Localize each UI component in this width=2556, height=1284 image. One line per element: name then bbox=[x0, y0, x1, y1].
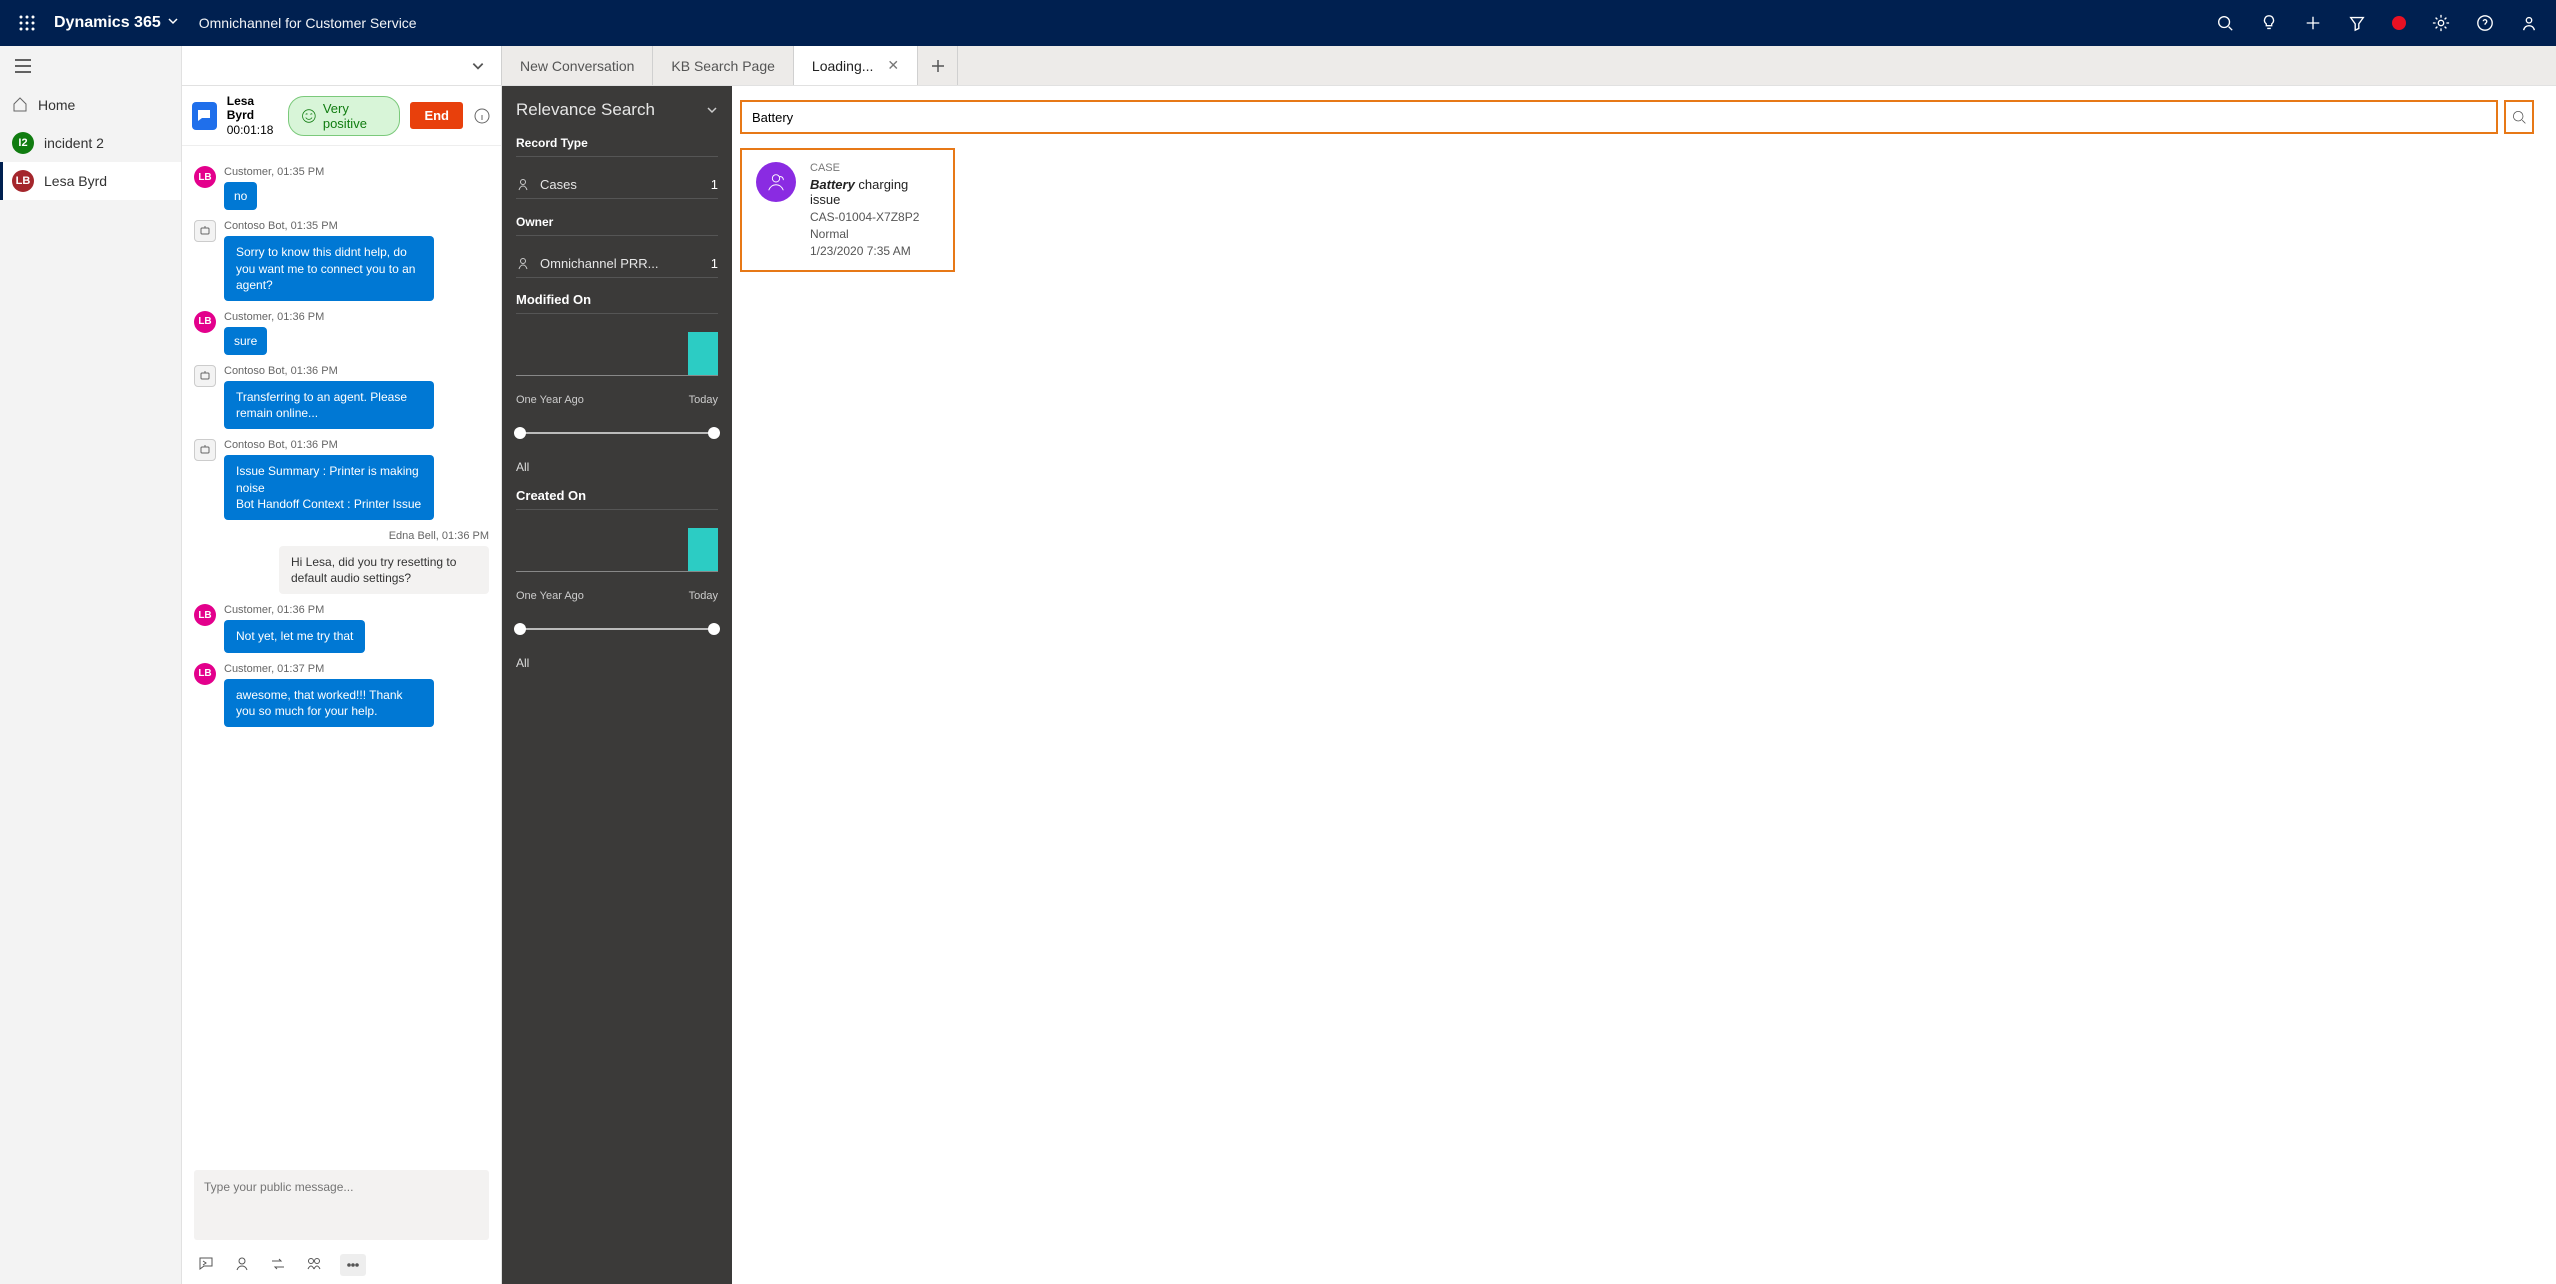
close-icon[interactable]: ✕ bbox=[887, 57, 899, 74]
transfer-icon[interactable] bbox=[268, 1254, 288, 1274]
slider-all-label: All bbox=[516, 460, 718, 474]
tab-label: New Conversation bbox=[520, 58, 634, 74]
incident-badge: I2 bbox=[12, 132, 34, 154]
nav-session-label: Lesa Byrd bbox=[44, 173, 107, 189]
search-icon[interactable] bbox=[2216, 14, 2234, 32]
search-result-card[interactable]: CASE Battery charging issue CAS-01004-X7… bbox=[740, 148, 955, 272]
gear-icon[interactable] bbox=[2432, 14, 2450, 32]
session-timer: 00:01:18 bbox=[227, 123, 278, 137]
facet-owner-row[interactable]: Omnichannel PRR... 1 bbox=[516, 250, 718, 278]
tab-label: Loading... bbox=[812, 58, 874, 74]
case-avatar-icon bbox=[756, 162, 796, 202]
chat-toolbar bbox=[182, 1246, 501, 1284]
result-date: 1/23/2020 7:35 AM bbox=[810, 244, 939, 258]
global-command-bar: Dynamics 365 Omnichannel for Customer Se… bbox=[0, 0, 2556, 46]
chevron-down-icon bbox=[706, 104, 718, 116]
app-launcher-icon[interactable] bbox=[12, 8, 42, 38]
end-button[interactable]: End bbox=[410, 102, 463, 129]
nav-session-lesa[interactable]: LB Lesa Byrd bbox=[0, 162, 181, 200]
session-dropdown[interactable] bbox=[182, 46, 502, 85]
left-navigation: Home I2 incident 2 LB Lesa Byrd bbox=[0, 46, 182, 1284]
case-icon bbox=[516, 178, 530, 192]
nav-home-label: Home bbox=[38, 97, 75, 113]
sentiment-pill: Very positive bbox=[288, 96, 400, 136]
facet-count: 1 bbox=[711, 177, 718, 192]
relevance-facet-panel: Relevance Search Record Type Cases 1 Own… bbox=[502, 86, 732, 1284]
lightbulb-icon[interactable] bbox=[2260, 14, 2278, 32]
facet-label: Cases bbox=[540, 177, 701, 192]
chat-transcript: LBCustomer, 01:35 PMnoContoso Bot, 01:35… bbox=[182, 146, 501, 1164]
help-icon[interactable] bbox=[2476, 14, 2494, 32]
modified-histogram bbox=[516, 332, 718, 376]
chevron-down-icon bbox=[167, 14, 179, 32]
tab-new-conversation[interactable]: New Conversation bbox=[502, 46, 653, 85]
person-icon bbox=[516, 257, 530, 271]
top-actions bbox=[2216, 14, 2544, 32]
facet-cases-row[interactable]: Cases 1 bbox=[516, 171, 718, 199]
hamburger-icon[interactable] bbox=[0, 46, 181, 86]
home-icon bbox=[12, 96, 28, 115]
result-title: Battery charging issue bbox=[810, 177, 939, 207]
relevance-title[interactable]: Relevance Search bbox=[516, 100, 718, 120]
notes-icon[interactable] bbox=[304, 1254, 324, 1274]
app-name: Omnichannel for Customer Service bbox=[199, 15, 417, 31]
nav-incident[interactable]: I2 incident 2 bbox=[0, 124, 181, 162]
slider-all-label: All bbox=[516, 656, 718, 670]
nav-home[interactable]: Home bbox=[0, 86, 181, 124]
conversation-header: Lesa Byrd 00:01:18 Very positive End bbox=[182, 86, 501, 146]
presence-indicator[interactable] bbox=[2392, 16, 2406, 30]
facet-count: 1 bbox=[711, 256, 718, 271]
add-icon[interactable] bbox=[2304, 14, 2322, 32]
tab-kb-search[interactable]: KB Search Page bbox=[653, 46, 794, 85]
tab-label: KB Search Page bbox=[671, 58, 775, 74]
message-input[interactable] bbox=[194, 1170, 489, 1240]
brand-label: Dynamics 365 bbox=[54, 14, 161, 32]
facet-modified-on: Modified On bbox=[516, 292, 718, 314]
tab-add[interactable] bbox=[918, 46, 958, 85]
sentiment-label: Very positive bbox=[323, 101, 388, 131]
tab-bar: New Conversation KB Search Page Loading.… bbox=[182, 46, 2556, 86]
search-button[interactable] bbox=[2504, 100, 2534, 134]
chat-channel-icon bbox=[192, 102, 217, 130]
customer-name: Lesa Byrd bbox=[227, 94, 278, 123]
search-input[interactable] bbox=[740, 100, 2498, 134]
facet-record-type: Record Type bbox=[516, 136, 718, 157]
created-range-slider[interactable] bbox=[516, 622, 718, 636]
conversation-panel: Lesa Byrd 00:01:18 Very positive End LBC… bbox=[182, 86, 502, 1284]
facet-created-on: Created On bbox=[516, 488, 718, 510]
more-icon[interactable] bbox=[340, 1254, 366, 1276]
tab-loading[interactable]: Loading... ✕ bbox=[794, 46, 918, 85]
result-case-number: CAS-01004-X7Z8P2 bbox=[810, 210, 939, 224]
consult-icon[interactable] bbox=[232, 1254, 252, 1274]
nav-incident-label: incident 2 bbox=[44, 135, 104, 151]
created-histogram bbox=[516, 528, 718, 572]
search-results-area: CASE Battery charging issue CAS-01004-X7… bbox=[732, 86, 2556, 1284]
product-brand[interactable]: Dynamics 365 bbox=[54, 14, 179, 32]
result-priority: Normal bbox=[810, 227, 939, 241]
result-type: CASE bbox=[810, 162, 939, 174]
info-icon[interactable] bbox=[473, 107, 491, 125]
account-icon[interactable] bbox=[2520, 14, 2538, 32]
person-badge: LB bbox=[12, 170, 34, 192]
facet-owner: Owner bbox=[516, 215, 718, 236]
facet-label: Omnichannel PRR... bbox=[540, 256, 701, 271]
filter-icon[interactable] bbox=[2348, 14, 2366, 32]
modified-range-slider[interactable] bbox=[516, 426, 718, 440]
quick-reply-icon[interactable] bbox=[196, 1254, 216, 1274]
